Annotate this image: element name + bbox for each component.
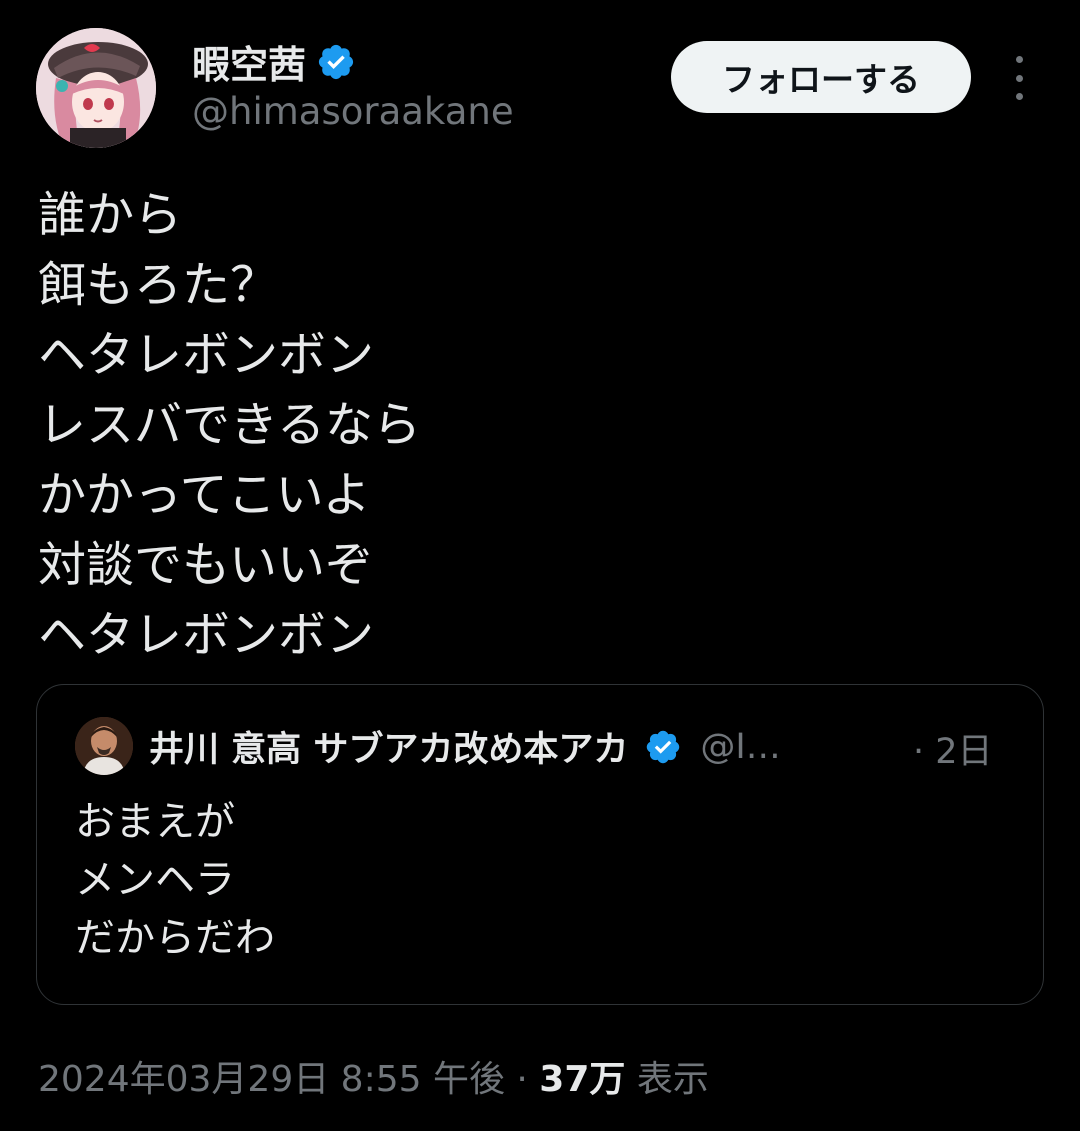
quoted-author-avatar[interactable] bbox=[75, 717, 133, 775]
views-count: 37万 bbox=[539, 1059, 626, 1100]
more-dot bbox=[1015, 56, 1023, 63]
tweet-line: ヘタレボンボン bbox=[38, 607, 375, 663]
quoted-verified-badge-icon bbox=[647, 730, 680, 763]
more-dot bbox=[1015, 74, 1023, 82]
tweet-meta: 2024年03月29日 8:55 午後 · 37万 表示 bbox=[38, 1050, 709, 1102]
quoted-text: おまえが メンヘラ だからだわ bbox=[75, 793, 275, 967]
author-handle[interactable]: @himasoraakane bbox=[192, 90, 514, 133]
quoted-handle: @I… bbox=[700, 726, 781, 767]
avatar-illustration-icon bbox=[36, 28, 156, 148]
tweet-header: 暇空茜 @himasoraakane フォローする bbox=[0, 0, 1080, 160]
verified-badge-icon bbox=[318, 44, 354, 79]
more-dot bbox=[1015, 93, 1023, 100]
views-label: 表示 bbox=[625, 1059, 709, 1100]
author-name-row: 暇空茜 bbox=[192, 34, 356, 89]
follow-button[interactable]: フォローする bbox=[671, 41, 971, 113]
quoted-line: おまえが bbox=[75, 799, 235, 845]
quoted-header: 井川 意高 サブアカ改め本アカ @I… bbox=[149, 721, 781, 772]
quoted-tweet-card[interactable]: 井川 意高 サブアカ改め本アカ @I… · 2日 おまえが メンヘラ だからだわ bbox=[36, 684, 1044, 1005]
tweet-line: 対談でもいいぞ bbox=[38, 537, 374, 593]
tweet-line: 餌もろた？ bbox=[38, 257, 279, 313]
quoted-time: · 2日 bbox=[913, 732, 993, 772]
tweet-line: レスバできるなら bbox=[38, 397, 422, 453]
author-display-name[interactable]: 暇空茜 bbox=[192, 34, 306, 89]
quoted-avatar-photo-icon bbox=[75, 717, 133, 775]
tweet-line: 誰から bbox=[38, 187, 183, 243]
author-avatar[interactable] bbox=[36, 28, 156, 148]
tweet-text: 誰から 餌もろた？ ヘタレボンボン レスバできるなら かかってこいよ 対談でもい… bbox=[38, 180, 421, 670]
tweet-line: かかってこいよ bbox=[38, 467, 371, 523]
quoted-line: だからだわ bbox=[75, 915, 275, 961]
tweet-line: ヘタレボンボン bbox=[38, 327, 375, 383]
quoted-display-name: 井川 意高 サブアカ改め本アカ bbox=[149, 730, 629, 770]
quoted-line: メンヘラ bbox=[75, 857, 235, 903]
tweet-timestamp[interactable]: 2024年03月29日 8:55 午後 · bbox=[38, 1059, 539, 1100]
more-options-icon[interactable] bbox=[1004, 56, 1034, 100]
